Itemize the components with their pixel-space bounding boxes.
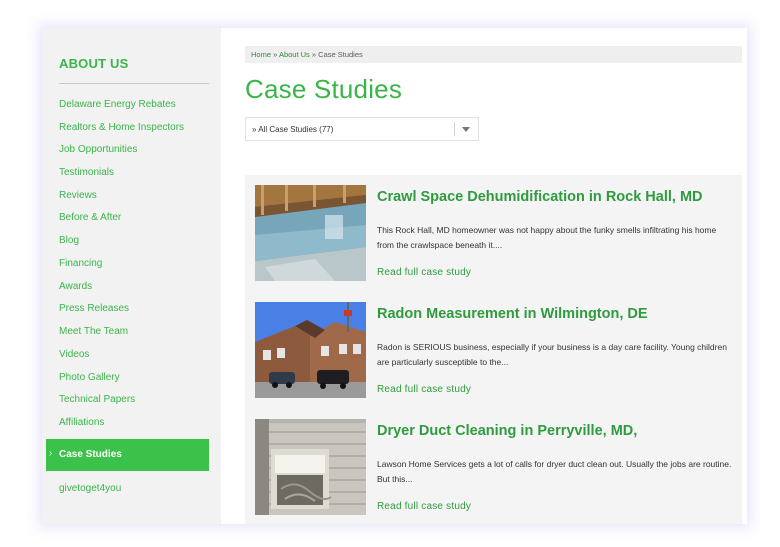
sidebar-item-job-opportunities[interactable]: Job Opportunities xyxy=(59,144,137,155)
case-study-card: Radon Measurement in Wilmington, DE Rado… xyxy=(245,292,742,410)
dryer-vent-photo xyxy=(255,419,366,515)
sidebar-item-affiliations[interactable]: Affiliations xyxy=(59,417,104,428)
read-full-case-study-link[interactable]: Read full case study xyxy=(377,501,471,512)
case-study-thumbnail[interactable] xyxy=(255,185,366,281)
breadcrumb-separator: » xyxy=(309,50,319,59)
sidebar-title: ABOUT US xyxy=(59,56,129,71)
filter-selected-value: » All Case Studies (77) xyxy=(252,125,334,134)
column-gap xyxy=(221,28,230,524)
sidebar-divider xyxy=(59,83,209,84)
sidebar-nav: ABOUT US Delaware Energy Rebates Realtor… xyxy=(42,28,221,524)
sidebar-item-press-releases[interactable]: Press Releases xyxy=(59,303,129,314)
case-study-title[interactable]: Crawl Space Dehumidification in Rock Hal… xyxy=(377,189,703,205)
breadcrumb-about-link[interactable]: About Us xyxy=(279,50,310,59)
crawlspace-photo xyxy=(255,185,366,281)
breadcrumb-separator: » xyxy=(271,50,279,59)
sidebar-item-case-studies[interactable]: › Case Studies xyxy=(46,439,209,471)
case-study-title[interactable]: Dryer Duct Cleaning in Perryville, MD, xyxy=(377,423,637,439)
sidebar-item-photo-gallery[interactable]: Photo Gallery xyxy=(59,372,120,383)
case-study-excerpt: Radon is SERIOUS business, especially if… xyxy=(377,342,727,367)
case-study-card: Crawl Space Dehumidification in Rock Hal… xyxy=(245,175,742,293)
sidebar-item-reviews[interactable]: Reviews xyxy=(59,190,97,201)
case-study-excerpt: Lawson Home Services gets a lot of calls… xyxy=(377,459,732,484)
sidebar-item-givetoget4you[interactable]: givetoget4you xyxy=(59,483,121,494)
read-full-case-study-link[interactable]: Read full case study xyxy=(377,267,471,278)
chevron-down-icon[interactable] xyxy=(462,127,470,132)
sidebar-item-meet-the-team[interactable]: Meet The Team xyxy=(59,326,128,337)
case-study-thumbnail[interactable] xyxy=(255,419,366,515)
sidebar-item-testimonials[interactable]: Testimonials xyxy=(59,167,114,178)
sidebar-item-realtors-home-inspectors[interactable]: Realtors & Home Inspectors xyxy=(59,122,184,133)
sidebar-item-before-after[interactable]: Before & After xyxy=(59,212,121,223)
read-full-case-study-link[interactable]: Read full case study xyxy=(377,384,471,395)
case-study-filter-select[interactable]: » All Case Studies (77) xyxy=(245,117,479,141)
breadcrumb-current: Case Studies xyxy=(318,50,363,59)
case-study-excerpt: This Rock Hall, MD homeowner was not hap… xyxy=(377,225,717,250)
sidebar-item-blog[interactable]: Blog xyxy=(59,235,79,246)
breadcrumb-home-link[interactable]: Home xyxy=(251,50,271,59)
breadcrumb: Home » About Us » Case Studies xyxy=(245,46,742,63)
case-study-title[interactable]: Radon Measurement in Wilmington, DE xyxy=(377,306,648,322)
sidebar-item-videos[interactable]: Videos xyxy=(59,349,89,360)
sidebar-item-technical-papers[interactable]: Technical Papers xyxy=(59,394,135,405)
main-content: Home » About Us » Case Studies Case Stud… xyxy=(230,28,747,524)
sidebar-item-financing[interactable]: Financing xyxy=(59,258,102,269)
sidebar-item-awards[interactable]: Awards xyxy=(59,281,92,292)
case-study-thumbnail[interactable] xyxy=(255,302,366,398)
case-study-card: Dryer Duct Cleaning in Perryville, MD, L… xyxy=(245,409,742,524)
page-title: Case Studies xyxy=(245,74,403,104)
page-frame: ABOUT US Delaware Energy Rebates Realtor… xyxy=(42,28,747,524)
filter-divider xyxy=(454,122,455,136)
sidebar-item-delaware-energy-rebates[interactable]: Delaware Energy Rebates xyxy=(59,99,176,110)
daycare-building-photo xyxy=(255,302,366,398)
chevron-right-icon: › xyxy=(49,448,53,459)
sidebar-item-label: Case Studies xyxy=(59,449,122,460)
